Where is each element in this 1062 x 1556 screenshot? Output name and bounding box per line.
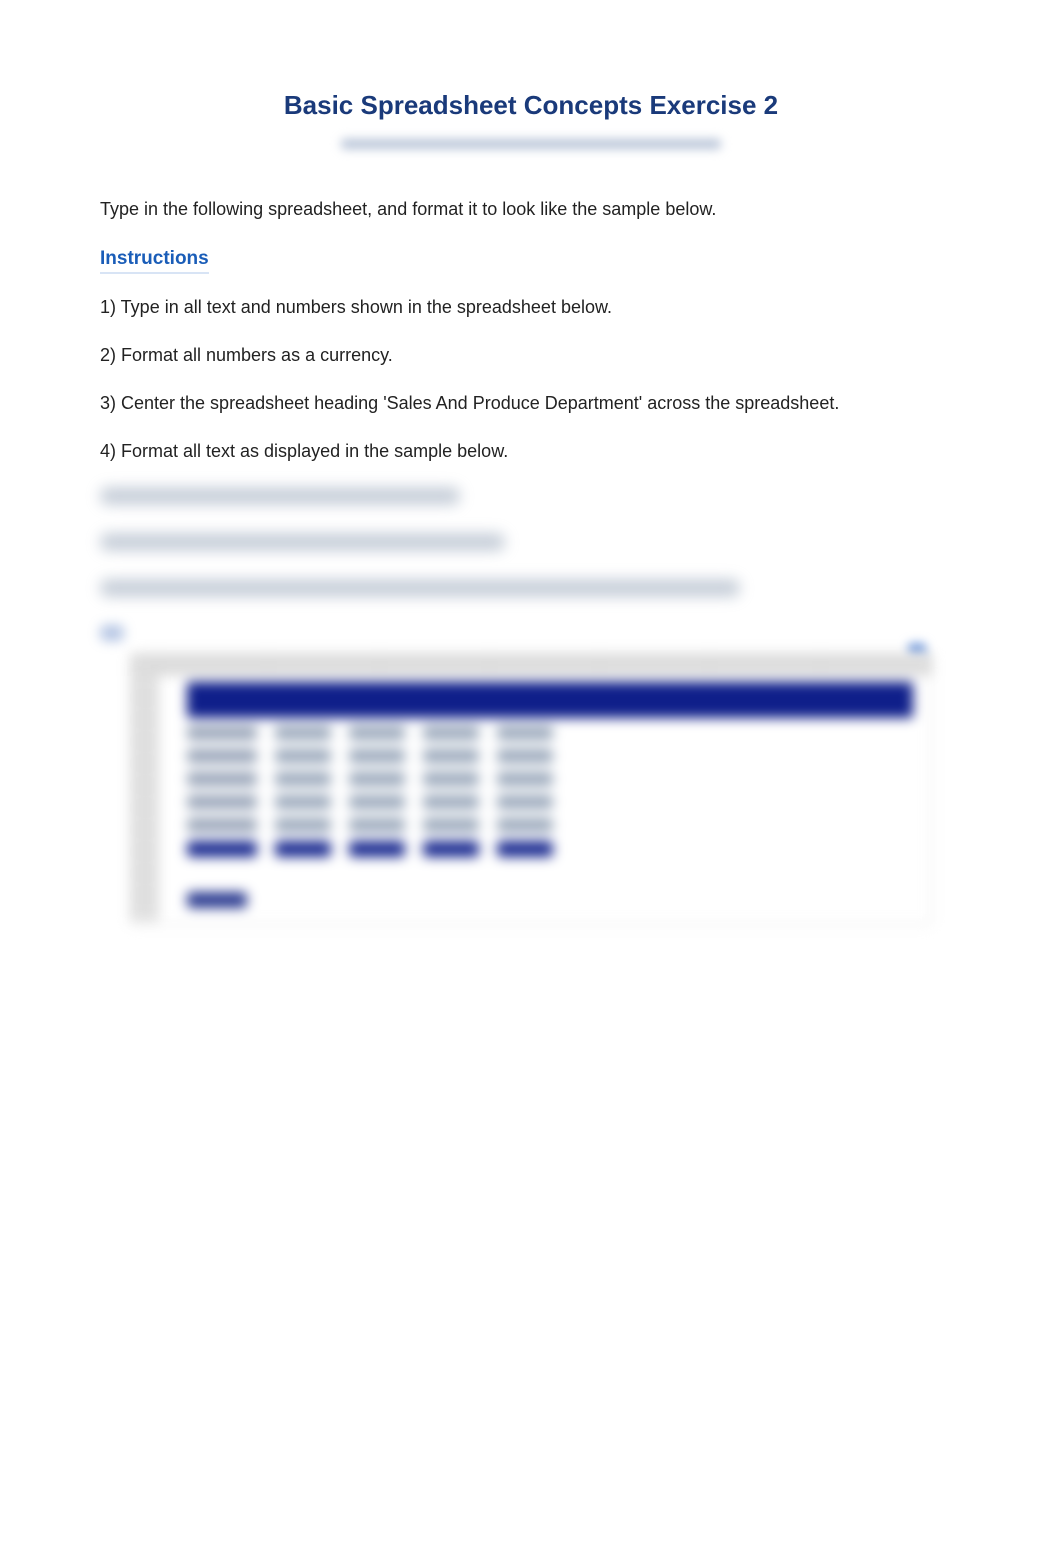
column-header: [159, 654, 269, 676]
data-row: [187, 772, 913, 792]
cell-value: [275, 795, 331, 809]
spacer: [159, 864, 931, 892]
column-header: [710, 654, 820, 676]
row-header: [131, 742, 159, 764]
instruction-step-4: 4) Format all text as displayed in the s…: [100, 438, 962, 464]
row-label: [187, 818, 257, 832]
row-label: [187, 726, 257, 740]
cell-value: [497, 726, 553, 740]
data-row: [187, 749, 913, 769]
instructions-heading: Instructions: [100, 248, 209, 274]
cell-value: [497, 818, 553, 832]
row-header: [131, 764, 159, 786]
footer-row: [187, 892, 913, 914]
blurred-instruction-7: [100, 579, 740, 597]
data-row: [187, 818, 913, 838]
cell-value: [423, 772, 479, 786]
spreadsheet-sample: [130, 653, 932, 925]
data-row: [187, 726, 913, 746]
cell-value: [497, 772, 553, 786]
title-underline: [341, 139, 721, 149]
blurred-instruction-5: [100, 487, 460, 505]
row-label: [187, 749, 257, 763]
cell-value: [349, 772, 405, 786]
row-label: [187, 795, 257, 809]
cell-value: [497, 841, 553, 857]
column-header: [269, 654, 379, 676]
column-header-row: [131, 654, 931, 676]
row-headers: [131, 676, 159, 924]
cell-value: [275, 749, 331, 763]
intro-text: Type in the following spreadsheet, and f…: [100, 197, 962, 222]
cell-value: [275, 818, 331, 832]
grid-area: [159, 676, 931, 924]
cell-value: [497, 795, 553, 809]
blurred-instruction-6: [100, 533, 505, 551]
total-row: [187, 841, 913, 861]
spreadsheet-banner: [187, 682, 913, 718]
cell-value: [349, 795, 405, 809]
row-header: [131, 896, 159, 918]
cell-value: [423, 726, 479, 740]
cell-value: [423, 841, 479, 857]
row-header: [131, 830, 159, 852]
select-all-corner: [131, 654, 159, 676]
instruction-step-3: 3) Center the spreadsheet heading 'Sales…: [100, 390, 962, 416]
cell-value: [275, 726, 331, 740]
data-row: [187, 795, 913, 815]
cell-value: [423, 795, 479, 809]
cell-value: [423, 749, 479, 763]
cell-value: [275, 772, 331, 786]
row-label: [187, 841, 257, 857]
spreadsheet-sample-wrapper: [130, 653, 932, 925]
cell-value: [349, 841, 405, 857]
cell-value: [349, 749, 405, 763]
row-header: [131, 786, 159, 808]
column-header: [821, 654, 931, 676]
cell-value: [497, 749, 553, 763]
footer-label: [187, 892, 247, 908]
cell-value: [423, 818, 479, 832]
blurred-label: [100, 625, 124, 641]
instruction-step-1: 1) Type in all text and numbers shown in…: [100, 294, 962, 320]
row-header: [131, 874, 159, 896]
instruction-step-2: 2) Format all numbers as a currency.: [100, 342, 962, 368]
column-header: [380, 654, 490, 676]
sheet-body: [131, 676, 931, 924]
row-header: [131, 808, 159, 830]
row-header: [131, 720, 159, 742]
data-rows: [187, 726, 913, 861]
column-header: [600, 654, 710, 676]
row-header: [131, 852, 159, 874]
row-header: [131, 698, 159, 720]
column-header: [490, 654, 600, 676]
cell-value: [275, 841, 331, 857]
cell-value: [349, 726, 405, 740]
cell-value: [349, 818, 405, 832]
row-header: [131, 676, 159, 698]
row-label: [187, 772, 257, 786]
page-title: Basic Spreadsheet Concepts Exercise 2: [100, 90, 962, 121]
